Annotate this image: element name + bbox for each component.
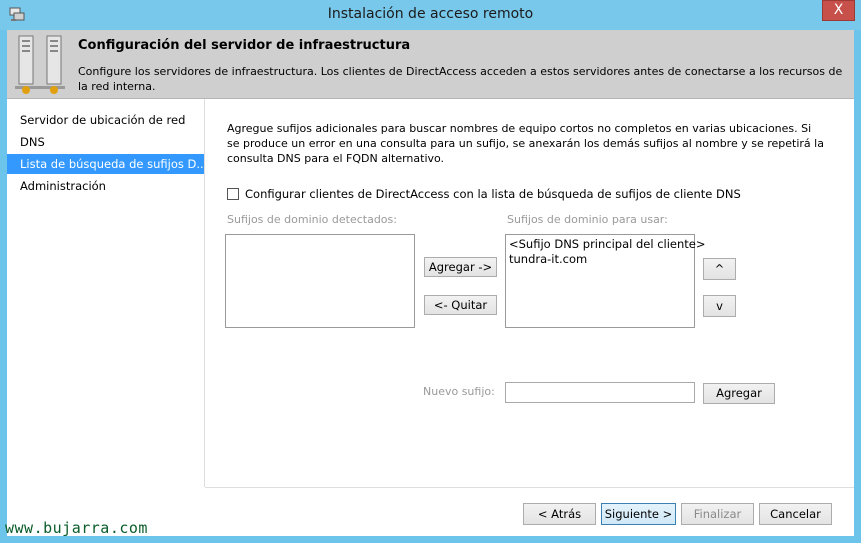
list-item[interactable]: tundra-it.com — [506, 252, 694, 267]
add-arrow-button[interactable]: Agregar -> — [424, 257, 497, 277]
add-suffix-button[interactable]: Agregar — [703, 383, 775, 404]
move-up-button[interactable]: ^ — [703, 258, 736, 280]
sidebar-item-dns-suffix-search-list[interactable]: Lista de búsqueda de sufijos D... — [7, 154, 204, 174]
wizard-steps-sidebar: Servidor de ubicación de red DNS Lista d… — [7, 99, 205, 487]
page-description: Configure los servidores de infraestruct… — [78, 65, 843, 93]
watermark: www.bujarra.com — [5, 519, 148, 537]
remove-arrow-button[interactable]: <- Quitar — [424, 295, 497, 315]
list-item[interactable]: <Sufijo DNS principal del cliente> — [506, 237, 706, 252]
sidebar-item-dns[interactable]: DNS — [7, 132, 204, 152]
server-icon — [15, 35, 65, 94]
window-title: Instalación de acceso remoto — [327, 6, 534, 22]
wizard-window: Configuración del servidor de infraestru… — [7, 30, 854, 536]
use-suffixes-label: Sufijos de dominio para usar: — [507, 213, 668, 226]
wizard-header: Configuración del servidor de infraestru… — [7, 30, 854, 99]
wizard-content: Agregue sufijos adicionales para buscar … — [205, 99, 854, 487]
use-suffixes-list[interactable]: <Sufijo DNS principal del cliente> tundr… — [505, 234, 706, 328]
sidebar-item-management[interactable]: Administración — [7, 176, 204, 196]
new-suffix-input[interactable] — [505, 382, 695, 403]
next-button[interactable]: Siguiente > — [601, 503, 676, 525]
detected-suffixes-list[interactable] — [225, 234, 415, 328]
cancel-button[interactable]: Cancelar — [759, 503, 832, 525]
configure-clients-checkbox[interactable] — [227, 188, 239, 200]
configure-clients-label[interactable]: Configurar clientes de DirectAccess con … — [245, 187, 741, 201]
sidebar-item-network-location-server[interactable]: Servidor de ubicación de red — [7, 110, 204, 130]
new-suffix-label: Nuevo sufijo: — [423, 385, 495, 398]
title-bar: Instalación de acceso remoto X — [0, 0, 861, 30]
page-title: Configuración del servidor de infraestru… — [78, 38, 411, 53]
detected-suffixes-label: Sufijos de dominio detectados: — [227, 213, 397, 226]
close-button[interactable]: X — [822, 0, 855, 21]
finish-button: Finalizar — [681, 503, 754, 525]
back-button[interactable]: < Atrás — [523, 503, 596, 525]
intro-text: Agregue sufijos adicionales para buscar … — [227, 122, 824, 165]
footer-divider — [205, 487, 854, 488]
move-down-button[interactable]: v — [703, 295, 736, 317]
